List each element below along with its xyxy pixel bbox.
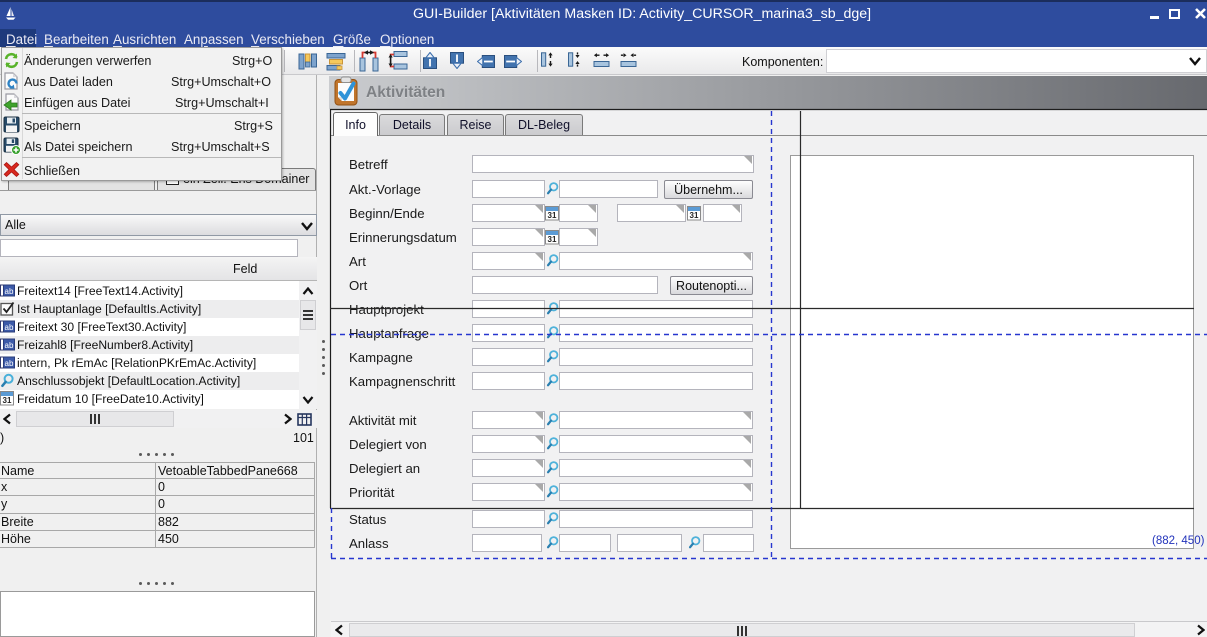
svg-text:ab: ab: [5, 287, 14, 296]
svg-text:31: 31: [548, 235, 557, 244]
svg-text:31: 31: [3, 396, 12, 405]
svg-text:ab: ab: [5, 323, 14, 332]
svg-text:31: 31: [548, 211, 557, 220]
svg-text:ab: ab: [5, 359, 14, 368]
svg-text:ab: ab: [5, 341, 14, 350]
svg-text:31: 31: [690, 211, 699, 220]
